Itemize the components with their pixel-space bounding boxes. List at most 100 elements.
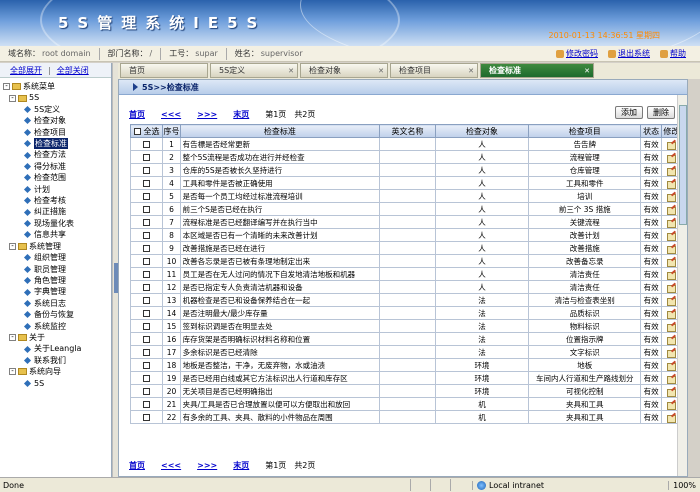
last-page-link[interactable]: 末页 bbox=[233, 109, 249, 120]
sidebar-item[interactable]: 关于Leangla bbox=[3, 343, 111, 354]
edit-icon[interactable] bbox=[666, 414, 676, 423]
expand-all-link[interactable]: 全部展开 bbox=[10, 65, 42, 76]
edit-icon[interactable] bbox=[666, 349, 676, 358]
close-icon[interactable]: ✕ bbox=[468, 67, 474, 75]
row-checkbox[interactable] bbox=[143, 310, 151, 317]
row-checkbox[interactable] bbox=[143, 141, 151, 148]
row-checkbox[interactable] bbox=[143, 284, 151, 291]
delete-button[interactable]: 删除 bbox=[647, 106, 675, 119]
tab-0[interactable]: 首页 bbox=[120, 63, 208, 78]
sidebar-item[interactable]: 职员管理 bbox=[3, 264, 111, 275]
edit-icon[interactable] bbox=[666, 323, 676, 332]
edit-icon[interactable] bbox=[666, 180, 676, 189]
row-checkbox[interactable] bbox=[143, 258, 151, 265]
tree-group[interactable]: - 系统向导 bbox=[3, 366, 111, 377]
row-checkbox[interactable] bbox=[143, 414, 151, 421]
vertical-scrollbar[interactable] bbox=[677, 95, 687, 476]
sidebar-item[interactable]: 5S bbox=[3, 378, 111, 389]
row-checkbox[interactable] bbox=[143, 232, 151, 239]
tree-group[interactable]: -5S bbox=[3, 92, 111, 103]
edit-icon[interactable] bbox=[666, 154, 676, 163]
edit-icon[interactable] bbox=[666, 193, 676, 202]
row-checkbox[interactable] bbox=[143, 206, 151, 213]
edit-icon[interactable] bbox=[666, 206, 676, 215]
sidebar-item[interactable]: 检查考核 bbox=[3, 195, 111, 206]
row-checkbox[interactable] bbox=[143, 219, 151, 226]
help-link[interactable]: 帮助 bbox=[660, 48, 686, 59]
sidebar-item[interactable]: 纠正措施 bbox=[3, 206, 111, 217]
row-checkbox[interactable] bbox=[143, 297, 151, 304]
sidebar-item[interactable]: 检查范围 bbox=[3, 172, 111, 183]
sidebar-item[interactable]: 5S定义 bbox=[3, 104, 111, 115]
sidebar-item[interactable]: 检查方法 bbox=[3, 149, 111, 160]
close-icon[interactable]: ✕ bbox=[288, 67, 294, 75]
row-checkbox[interactable] bbox=[143, 375, 151, 382]
row-checkbox[interactable] bbox=[143, 349, 151, 356]
prev-page-link[interactable]: <<< bbox=[161, 110, 181, 119]
row-checkbox[interactable] bbox=[143, 336, 151, 343]
edit-icon[interactable] bbox=[666, 336, 676, 345]
row-checkbox[interactable] bbox=[143, 388, 151, 395]
table-cell: 18 bbox=[162, 358, 181, 372]
prev-page-link[interactable]: <<< bbox=[161, 461, 181, 470]
sidebar-item[interactable]: 检查项目 bbox=[3, 127, 111, 138]
collapse-all-link[interactable]: 全部关闭 bbox=[57, 65, 89, 76]
tree-root[interactable]: - 系统菜单 bbox=[3, 81, 111, 92]
edit-icon[interactable] bbox=[666, 388, 676, 397]
next-page-link[interactable]: >>> bbox=[197, 461, 217, 470]
column-header[interactable]: 全选 bbox=[129, 124, 164, 138]
row-checkbox[interactable] bbox=[143, 193, 151, 200]
edit-icon[interactable] bbox=[666, 297, 676, 306]
sidebar-item[interactable]: 信息共享 bbox=[3, 229, 111, 240]
row-checkbox[interactable] bbox=[143, 401, 151, 408]
sidebar-item[interactable]: 联系我们 bbox=[3, 355, 111, 366]
edit-icon[interactable] bbox=[666, 258, 676, 267]
edit-icon[interactable] bbox=[666, 219, 676, 228]
sidebar-item[interactable]: 字典管理 bbox=[3, 286, 111, 297]
first-page-link[interactable]: 首页 bbox=[129, 109, 145, 120]
sidebar-item[interactable]: 组织管理 bbox=[3, 252, 111, 263]
edit-icon[interactable] bbox=[666, 232, 676, 241]
select-all-checkbox[interactable] bbox=[133, 127, 141, 135]
edit-icon[interactable] bbox=[666, 271, 676, 280]
sidebar-item[interactable]: 计划 bbox=[3, 184, 111, 195]
edit-icon[interactable] bbox=[666, 310, 676, 319]
sidebar-item[interactable]: 得分标准 bbox=[3, 161, 111, 172]
first-page-link[interactable]: 首页 bbox=[129, 460, 145, 471]
edit-icon[interactable] bbox=[666, 141, 676, 150]
edit-icon[interactable] bbox=[666, 401, 676, 410]
row-checkbox[interactable] bbox=[143, 167, 151, 174]
close-icon[interactable]: ✕ bbox=[378, 67, 384, 75]
sidebar-item[interactable]: 系统监控 bbox=[3, 321, 111, 332]
row-checkbox[interactable] bbox=[143, 245, 151, 252]
sidebar-item[interactable]: 系统日志 bbox=[3, 298, 111, 309]
tab-3[interactable]: 检查项目 ✕ bbox=[390, 63, 478, 78]
add-button[interactable]: 添加 bbox=[615, 106, 643, 119]
tab-4[interactable]: 检查标准 ✕ bbox=[480, 63, 594, 78]
row-checkbox[interactable] bbox=[143, 323, 151, 330]
edit-icon[interactable] bbox=[666, 245, 676, 254]
sidebar-item[interactable]: 角色管理 bbox=[3, 275, 111, 286]
tab-2[interactable]: 检查对象 ✕ bbox=[300, 63, 388, 78]
tab-1[interactable]: 5S定义 ✕ bbox=[210, 63, 298, 78]
zoom-level[interactable]: 100% bbox=[668, 480, 696, 490]
row-checkbox[interactable] bbox=[143, 180, 151, 187]
logout-link[interactable]: 退出系统 bbox=[608, 48, 650, 59]
sidebar-item[interactable]: 备份与恢复 bbox=[3, 309, 111, 320]
edit-icon[interactable] bbox=[666, 284, 676, 293]
row-checkbox[interactable] bbox=[143, 154, 151, 161]
tree-group[interactable]: - 系统管理 bbox=[3, 241, 111, 252]
sidebar-item[interactable]: 检查对象 bbox=[3, 115, 111, 126]
row-checkbox[interactable] bbox=[143, 271, 151, 278]
close-icon[interactable]: ✕ bbox=[584, 67, 590, 75]
next-page-link[interactable]: >>> bbox=[197, 110, 217, 119]
last-page-link[interactable]: 末页 bbox=[233, 460, 249, 471]
change-password-link[interactable]: 修改密码 bbox=[556, 48, 598, 59]
row-checkbox[interactable] bbox=[143, 362, 151, 369]
sidebar-item[interactable]: 现场量化表 bbox=[3, 218, 111, 229]
sidebar-item[interactable]: 检查标准 bbox=[3, 138, 111, 150]
edit-icon[interactable] bbox=[666, 362, 676, 371]
edit-icon[interactable] bbox=[666, 167, 676, 176]
edit-icon[interactable] bbox=[666, 375, 676, 384]
tree-group[interactable]: - 关于 bbox=[3, 332, 111, 343]
